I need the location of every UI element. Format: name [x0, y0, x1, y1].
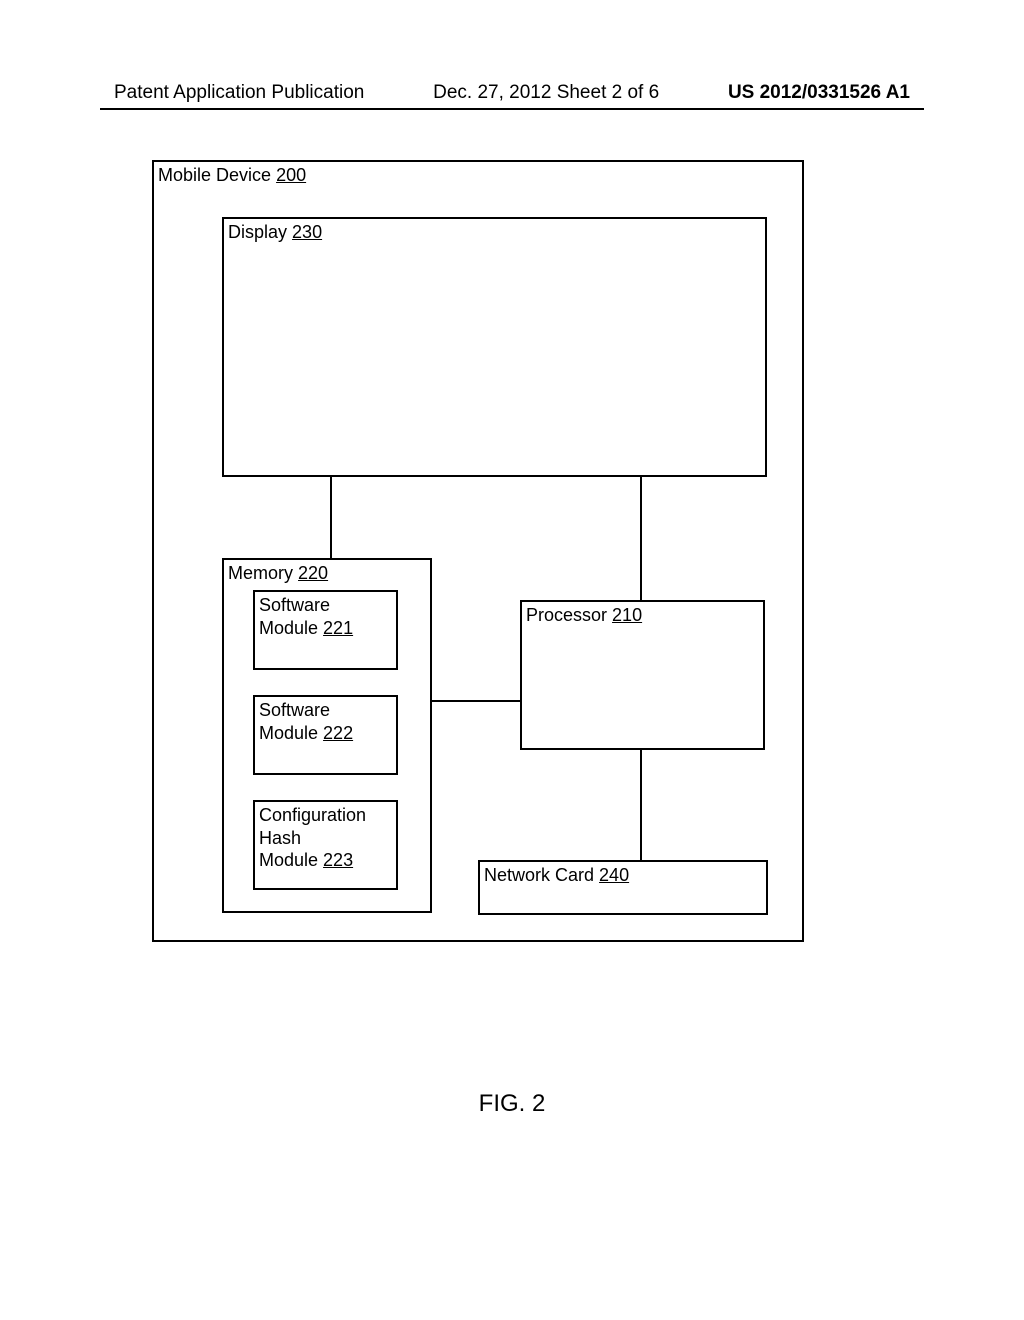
- processor-label: Processor 210: [526, 604, 642, 627]
- network-card-label: Network Card 240: [484, 864, 629, 887]
- connector-memory-processor: [432, 700, 520, 702]
- memory-label: Memory 220: [228, 562, 328, 585]
- connector-display-memory: [330, 477, 332, 558]
- patent-page: Patent Application Publication Dec. 27, …: [0, 0, 1024, 1320]
- processor-box: Processor 210: [520, 600, 765, 750]
- config-hash-module-label: ConfigurationHashModule 223: [259, 804, 366, 872]
- software-module-1-label: SoftwareModule 221: [259, 594, 353, 639]
- software-module-1-box: SoftwareModule 221: [253, 590, 398, 670]
- header-center: Dec. 27, 2012 Sheet 2 of 6: [433, 82, 659, 104]
- figure-caption: FIG. 2: [0, 1090, 1024, 1118]
- software-module-2-text: SoftwareModule 222: [259, 700, 353, 743]
- connector-processor-network: [640, 750, 642, 860]
- config-hash-module-text: ConfigurationHashModule 223: [259, 805, 366, 870]
- connector-display-processor: [640, 477, 642, 600]
- header-right: US 2012/0331526 A1: [728, 82, 910, 104]
- mobile-device-label: Mobile Device 200: [158, 164, 306, 187]
- config-hash-module-box: ConfigurationHashModule 223: [253, 800, 398, 890]
- header-left: Patent Application Publication: [114, 82, 364, 104]
- network-card-box: Network Card 240: [478, 860, 768, 915]
- display-label: Display 230: [228, 221, 322, 244]
- display-box: Display 230: [222, 217, 767, 477]
- software-module-1-text: SoftwareModule 221: [259, 595, 353, 638]
- page-header: Patent Application Publication Dec. 27, …: [114, 82, 910, 104]
- header-rule: [100, 108, 924, 110]
- software-module-2-label: SoftwareModule 222: [259, 699, 353, 744]
- software-module-2-box: SoftwareModule 222: [253, 695, 398, 775]
